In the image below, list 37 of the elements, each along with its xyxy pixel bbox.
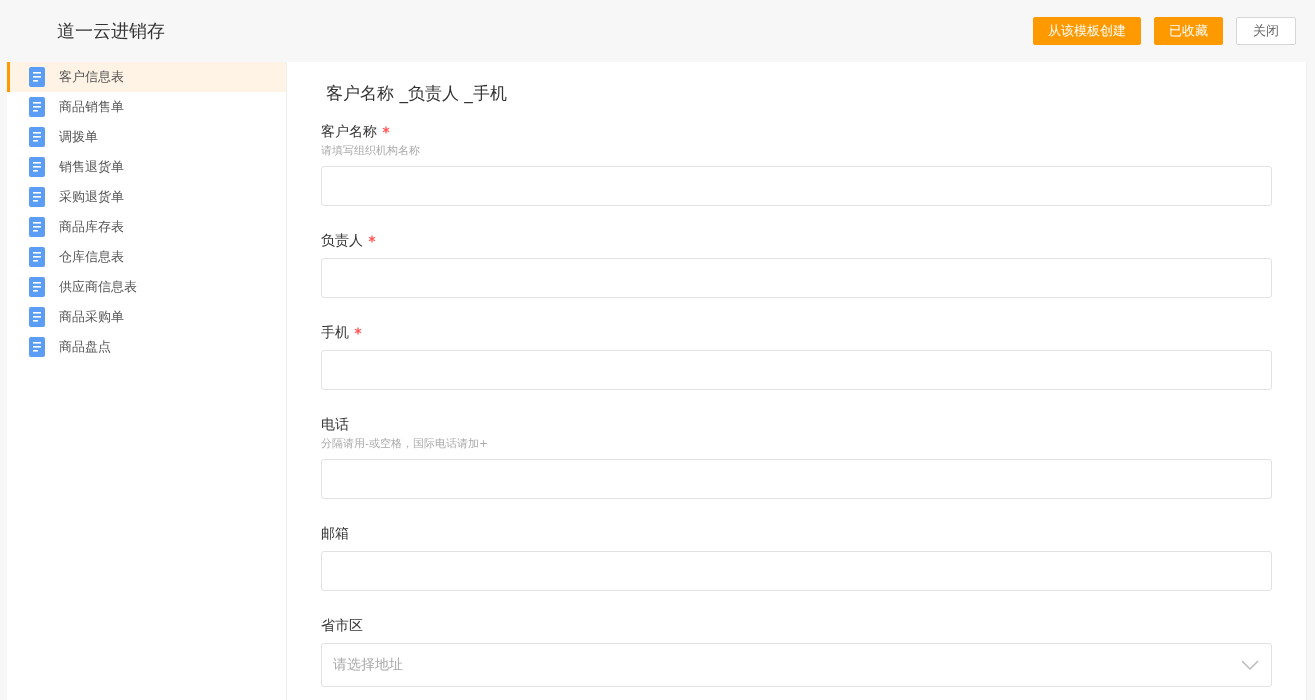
document-icon — [29, 247, 45, 267]
sidebar-item[interactable]: 调拨单 — [7, 122, 286, 152]
document-icon — [29, 337, 45, 357]
close-button[interactable]: 关闭 — [1236, 17, 1296, 45]
input-field[interactable] — [321, 166, 1272, 206]
sidebar-item[interactable]: 客户信息表 — [7, 62, 286, 92]
document-icon — [29, 157, 45, 177]
document-icon — [29, 67, 45, 87]
sidebar-item[interactable]: 采购退货单 — [7, 182, 286, 212]
document-icon — [29, 97, 45, 117]
field-label: 电话 — [321, 416, 349, 434]
input-field[interactable] — [321, 350, 1272, 390]
field-label: 邮箱 — [321, 525, 349, 543]
sidebar-item[interactable]: 商品盘点 — [7, 332, 286, 362]
field-hint: 分隔请用-或空格，国际电话请加+ — [321, 436, 490, 451]
sidebar-item[interactable]: 仓库信息表 — [7, 242, 286, 272]
field-label: 省市区 — [321, 617, 363, 635]
sidebar-item[interactable]: 销售退货单 — [7, 152, 286, 182]
app-title: 道一云进销存 — [57, 19, 165, 43]
field-label: 客户名称 — [321, 123, 377, 141]
input-field[interactable] — [321, 459, 1272, 499]
document-icon — [29, 127, 45, 147]
field-label: 手机 — [321, 324, 349, 342]
input-field[interactable] — [321, 258, 1272, 298]
sidebar-item[interactable]: 商品库存表 — [7, 212, 286, 242]
form-title: 客户名称 _负责人 _手机 — [326, 82, 508, 105]
sidebar-item[interactable]: 商品销售单 — [7, 92, 286, 122]
sidebar-item[interactable]: 供应商信息表 — [7, 272, 286, 302]
document-icon — [29, 277, 45, 297]
document-icon — [29, 187, 45, 207]
sidebar-item[interactable]: 商品采购单 — [7, 302, 286, 332]
field-label: 负责人 — [321, 232, 363, 250]
document-icon — [29, 307, 45, 327]
field-hint: 请填写组织机构名称 — [321, 143, 421, 158]
input-field[interactable] — [321, 551, 1272, 591]
document-icon — [29, 217, 45, 237]
chevron-down-icon — [1241, 660, 1259, 670]
